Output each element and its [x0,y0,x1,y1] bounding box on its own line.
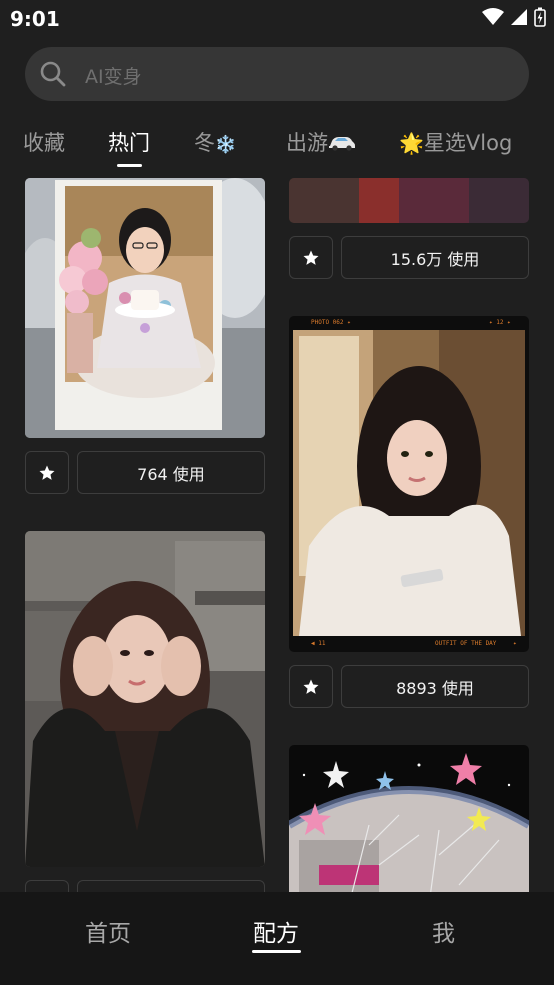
tab-label: 星选Vlog [423,131,513,155]
template-card-image[interactable] [25,178,265,438]
polaroid-photo [25,178,265,438]
battery-icon [534,7,546,27]
template-card-image[interactable] [289,745,529,892]
tab-travel[interactable]: 出游🚗 [286,127,356,157]
search-input[interactable]: AI变身 [25,47,529,101]
status-icons [482,7,546,27]
tab-popular[interactable]: 热门 [108,127,150,157]
use-template-button[interactable]: 764 使用 [77,451,265,494]
use-template-button[interactable]: 15.6万 使用 [341,236,529,279]
tab-favorites[interactable]: 收藏 [23,127,65,157]
favorite-button[interactable] [25,880,69,892]
nav-me[interactable]: 我 [432,914,455,948]
star-sticker-photo [289,745,529,892]
template-feed: 764 使用 15.6万 使用 PHOTO 062 ✦ ✦ 12 ✦ ◀ 11 … [0,178,554,892]
tab-label: 出游 [286,131,328,155]
cell-signal-icon [511,9,527,25]
status-bar: 9:01 [0,0,554,38]
search-placeholder: AI变身 [85,66,142,88]
film-text: ◀ 11 [311,640,326,647]
nav-home[interactable]: 首页 [85,914,131,948]
use-template-button[interactable] [77,880,265,892]
template-card-image[interactable] [25,531,265,867]
tab-label: 收藏 [23,131,65,155]
car-icon: 🚗 [328,132,356,156]
snowflake-icon: ❄️ [215,135,237,155]
film-text: OUTFIT OF THE DAY [435,640,497,647]
category-tabs: 收藏 热门 冬❄️ 出游🚗 🌟星选Vlog [0,120,554,170]
template-card-image[interactable]: PHOTO 062 ✦ ✦ 12 ✦ ◀ 11 OUTFIT OF THE DA… [289,316,529,652]
favorite-button[interactable] [289,236,333,279]
active-nav-indicator [252,950,301,953]
star-icon [303,679,319,694]
tab-label: 冬 [194,131,215,155]
film-text: ✦ 12 ✦ [489,319,511,326]
use-template-button[interactable]: 8893 使用 [341,665,529,708]
bottom-navigation: 首页 配方 我 [0,892,554,985]
nav-recipes[interactable]: 配方 [253,914,299,948]
favorite-button[interactable] [25,451,69,494]
photo-partial [289,178,529,223]
favorite-button[interactable] [289,665,333,708]
film-text: PHOTO 062 ✦ [311,319,351,326]
wifi-icon [482,8,504,25]
status-time: 9:01 [10,7,60,31]
template-card-image[interactable] [289,178,529,223]
film-text: ✦ [513,640,517,647]
active-tab-indicator [117,164,142,167]
star-icon [39,465,55,480]
search-icon [40,61,66,87]
tab-winter[interactable]: 冬❄️ [194,127,236,157]
film-frame-photo [289,316,529,652]
tab-star-vlog[interactable]: 🌟星选Vlog [399,127,512,157]
portrait-photo [25,531,265,867]
tab-label: 热门 [108,131,150,155]
star-icon [303,250,319,265]
star-icon: 🌟 [399,131,424,155]
